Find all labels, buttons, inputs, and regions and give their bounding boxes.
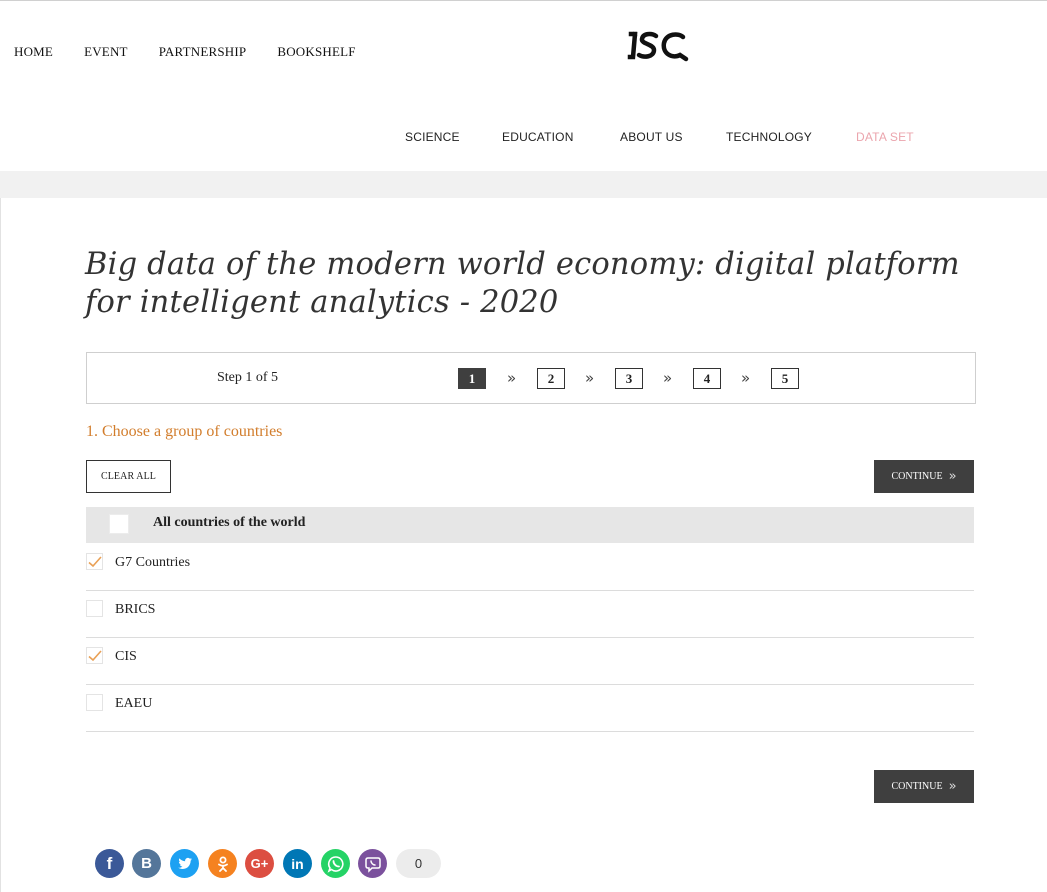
page-title: Big data of the modern world economy: di…: [85, 247, 960, 320]
step-5[interactable]: 5: [771, 368, 799, 389]
step-separator-icon: »: [507, 369, 517, 387]
country-group-row[interactable]: BRICS: [86, 590, 974, 638]
g7-checkbox[interactable]: [86, 553, 103, 570]
cis-checkbox[interactable]: [86, 647, 103, 664]
country-group-label: BRICS: [115, 602, 156, 617]
checkmark-icon: [88, 650, 102, 662]
viber-icon[interactable]: [358, 849, 387, 878]
nav-partnership[interactable]: PARTNERSHIP: [159, 44, 247, 60]
continue-label: CONTINUE: [891, 471, 943, 482]
step-progress: Step 1 of 5 1 » 2 » 3 » 4 » 5: [86, 352, 976, 404]
brics-checkbox[interactable]: [86, 600, 103, 617]
eaeu-checkbox[interactable]: [86, 694, 103, 711]
header-divider-band: [0, 171, 1047, 198]
step-2[interactable]: 2: [537, 368, 565, 389]
continue-button-top[interactable]: CONTINUE »: [874, 460, 974, 493]
select-all-label: All countries of the world: [153, 515, 306, 530]
google-plus-icon[interactable]: G+: [245, 849, 274, 878]
share-counter: 0: [396, 849, 441, 878]
country-group-row[interactable]: EAEU: [86, 684, 974, 732]
nav-about-us[interactable]: ABOUT US: [620, 130, 683, 144]
section-title: 1. Choose a group of countries: [86, 423, 283, 440]
step-3[interactable]: 3: [615, 368, 643, 389]
whatsapp-icon[interactable]: [321, 849, 350, 878]
clear-all-button[interactable]: CLEAR ALL: [86, 460, 171, 493]
step-separator-icon: »: [585, 369, 595, 387]
nav-technology[interactable]: TECHNOLOGY: [726, 130, 812, 144]
step-separator-icon: »: [741, 369, 751, 387]
twitter-icon[interactable]: [170, 849, 199, 878]
nav-education[interactable]: EDUCATION: [502, 130, 574, 144]
content-left-border: [0, 198, 1, 892]
step-label: Step 1 of 5: [217, 370, 279, 385]
country-group-label: G7 Countries: [115, 555, 191, 570]
nav-science[interactable]: SCIENCE: [405, 130, 460, 144]
step-1[interactable]: 1: [458, 368, 486, 389]
nav-event[interactable]: EVENT: [84, 44, 128, 60]
nav-home[interactable]: HOME: [14, 44, 53, 60]
continue-button-bottom[interactable]: CONTINUE »: [874, 770, 974, 803]
vk-icon[interactable]: B: [132, 849, 161, 878]
isc-logo-mark: [627, 31, 689, 62]
linkedin-icon[interactable]: in: [283, 849, 312, 878]
top-border: [0, 0, 1047, 1]
facebook-icon[interactable]: f: [95, 849, 124, 878]
odnoklassniki-icon[interactable]: [208, 849, 237, 878]
nav-data-set[interactable]: DATA SET: [856, 130, 914, 144]
continue-label: CONTINUE: [891, 781, 943, 792]
step-4[interactable]: 4: [693, 368, 721, 389]
top-nav: HOME EVENT PARTNERSHIP BOOKSHELF: [14, 44, 387, 60]
secondary-nav: SCIENCE EDUCATION ABOUT US TECHNOLOGY DA…: [0, 130, 1047, 146]
select-all-row[interactable]: All countries of the world: [86, 507, 974, 543]
double-chevron-right-icon: »: [948, 469, 957, 484]
country-group-row[interactable]: G7 Countries: [86, 543, 974, 591]
step-separator-icon: »: [663, 369, 673, 387]
select-all-checkbox[interactable]: [109, 514, 129, 534]
country-group-label: EAEU: [115, 696, 153, 711]
double-chevron-right-icon: »: [948, 779, 957, 794]
country-group-row[interactable]: CIS: [86, 637, 974, 685]
country-group-label: CIS: [115, 649, 137, 664]
nav-bookshelf[interactable]: BOOKSHELF: [277, 44, 355, 60]
checkmark-icon: [88, 556, 102, 568]
isc-logo[interactable]: [627, 30, 691, 62]
